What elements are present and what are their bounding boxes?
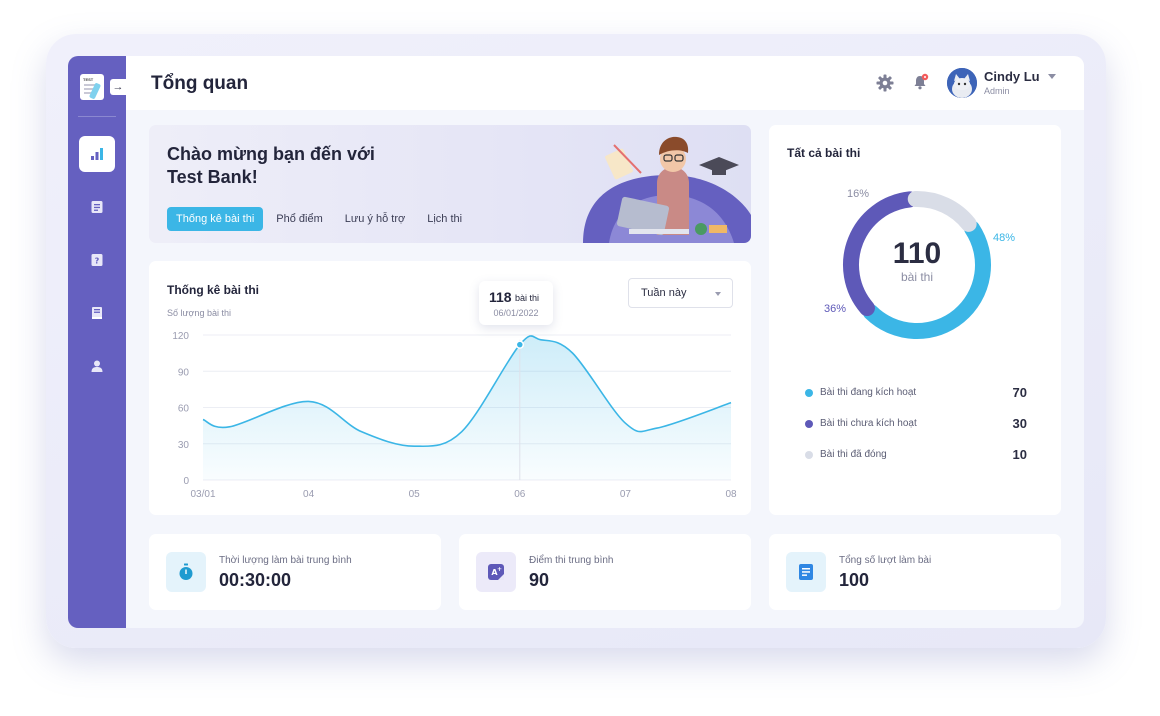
- sidebar-item-documents[interactable]: [79, 189, 115, 225]
- user-avatar[interactable]: [947, 68, 977, 98]
- period-dropdown-value: Tuần này: [641, 287, 687, 299]
- legend-dot: [805, 389, 813, 397]
- cat-avatar-icon: [947, 68, 977, 98]
- legend-item-closed: Bài thi đã đóng 10: [805, 447, 1027, 463]
- slice-closed: [907, 191, 977, 232]
- legend-value: 70: [1012, 385, 1027, 400]
- exam-statistics-card: 0 30 60 90 120 03/01 04 05 06 07 08 Thống kê bài t…: [149, 261, 751, 515]
- question-book-icon: ?: [91, 254, 103, 266]
- y-tick-label: 0: [183, 476, 189, 487]
- welcome-title: Chào mừng bạn đến với Test Bank!: [167, 143, 427, 189]
- kpi-icon-box: [786, 552, 826, 592]
- kpi-value: 90: [529, 570, 550, 590]
- svg-text:?: ?: [95, 257, 100, 266]
- kpi-icon-box: [166, 552, 206, 592]
- user-role: Admin: [984, 86, 1010, 96]
- x-tick-label: 08: [725, 489, 737, 500]
- stopwatch-icon: [179, 563, 193, 580]
- logo-tag: TEST: [83, 77, 94, 82]
- legend-label: Bài thi chưa kích hoạt: [820, 418, 917, 429]
- kpi-value: 00:30:00: [219, 570, 292, 590]
- tooltip-value: 118: [489, 289, 512, 305]
- donut-total: 110: [892, 237, 942, 270]
- collapse-sidebar-button[interactable]: →: [110, 79, 126, 95]
- y-axis-label: Số lượng bài thi: [167, 308, 231, 318]
- kpi-card-total-attempts: Tổng số lượt làm bài 100: [769, 534, 1061, 610]
- sidebar-item-question-bank[interactable]: ?: [79, 242, 115, 278]
- tab-support-notes[interactable]: Lưu ý hỗ trợ: [336, 207, 414, 231]
- grade-icon: A +: [488, 564, 504, 580]
- kpi-value: 100: [839, 570, 870, 590]
- y-tick-label: 60: [178, 404, 190, 415]
- kpi-label: Tổng số lượt làm bài: [839, 555, 932, 566]
- legend-dot: [805, 451, 813, 459]
- donut-center: 110 bài thi: [869, 237, 965, 285]
- banner-tabs: Thống kê bài thi Phổ điểm Lưu ý hỗ trợ L…: [167, 207, 471, 231]
- kpi-label: Điểm thi trung bình: [529, 555, 614, 566]
- list-document-icon: [799, 564, 813, 580]
- stats-chart-title: Thống kê bài thi: [167, 283, 259, 297]
- period-dropdown[interactable]: Tuần này: [628, 278, 733, 308]
- x-tick-label: 06: [514, 489, 526, 500]
- slice-label-inactive: 36%: [824, 303, 847, 315]
- tab-exam-statistics[interactable]: Thống kê bài thi: [167, 207, 264, 231]
- tab-score-distribution[interactable]: Phổ điểm: [267, 207, 331, 231]
- top-bar: Tổng quan Cindy Lu Admin: [126, 56, 1084, 110]
- welcome-banner: Chào mừng bạn đến với Test Bank! Thống k…: [149, 125, 751, 243]
- y-tick-label: 90: [178, 367, 190, 378]
- legend-label: Bài thi đang kích hoạt: [820, 387, 917, 398]
- chart-tooltip: 118 bài thi 06/01/2022: [479, 281, 553, 325]
- tab-exam-schedule[interactable]: Lịch thi: [418, 207, 471, 231]
- slice-label-active: 48%: [993, 232, 1016, 244]
- y-tick-label: 120: [172, 331, 189, 342]
- donut-total-unit: bài thi: [900, 270, 934, 284]
- sidebar-item-library[interactable]: [79, 295, 115, 331]
- legend-dot: [805, 420, 813, 428]
- svg-text:+: +: [497, 566, 502, 573]
- legend-item-inactive: Bài thi chưa kích hoạt 30: [805, 416, 1027, 432]
- user-menu-chevron-down-icon[interactable]: [1048, 74, 1056, 79]
- all-exams-card: Tất cả bài thi 110 bài thi 48% 36% 16% B…: [769, 125, 1061, 515]
- x-tick-label: 07: [620, 489, 632, 500]
- app-logo[interactable]: TEST: [80, 74, 104, 100]
- tooltip-unit: bài thi: [515, 293, 540, 303]
- sidebar-item-statistics[interactable]: [79, 136, 115, 172]
- sidebar-divider: [78, 116, 116, 117]
- sidebar-item-users[interactable]: [79, 348, 115, 384]
- y-tick-label: 30: [178, 440, 190, 451]
- kpi-icon-box: A +: [476, 552, 516, 592]
- welcome-title-line2: Test Bank!: [167, 167, 258, 187]
- slice-label-closed: 16%: [847, 188, 870, 200]
- settings-gear-icon[interactable]: [876, 74, 894, 92]
- book-icon: [92, 307, 102, 319]
- teacher-illustration: [583, 136, 751, 243]
- page-title: Tổng quan: [151, 73, 249, 94]
- document-icon: [91, 201, 103, 213]
- notification-bell-icon[interactable]: [912, 73, 930, 91]
- tooltip-date: 06/01/2022: [493, 308, 539, 318]
- app-window: TEST → ? Tổng quan Cindy Lu Admin Chào m…: [68, 56, 1084, 628]
- welcome-title-line1: Chào mừng bạn đến với: [167, 144, 375, 164]
- legend-label: Bài thi đã đóng: [820, 449, 887, 460]
- x-tick-label: 03/01: [190, 489, 215, 500]
- legend-value: 10: [1012, 447, 1027, 462]
- legend-value: 30: [1012, 416, 1027, 431]
- chevron-down-icon: [715, 292, 721, 296]
- bar-chart-icon: [91, 148, 103, 160]
- legend-item-active: Bài thi đang kích hoạt 70: [805, 385, 1027, 401]
- x-tick-label: 04: [303, 489, 315, 500]
- hover-point: [515, 340, 525, 349]
- sidebar: TEST → ?: [68, 56, 126, 628]
- user-name: Cindy Lu: [984, 69, 1040, 84]
- kpi-card-average-duration: Thời lượng làm bài trung bình 00:30:00: [149, 534, 441, 610]
- kpi-card-average-score: A + Điểm thi trung bình 90: [459, 534, 751, 610]
- x-tick-label: 05: [409, 489, 421, 500]
- user-icon: [91, 360, 103, 372]
- kpi-label: Thời lượng làm bài trung bình: [219, 555, 352, 566]
